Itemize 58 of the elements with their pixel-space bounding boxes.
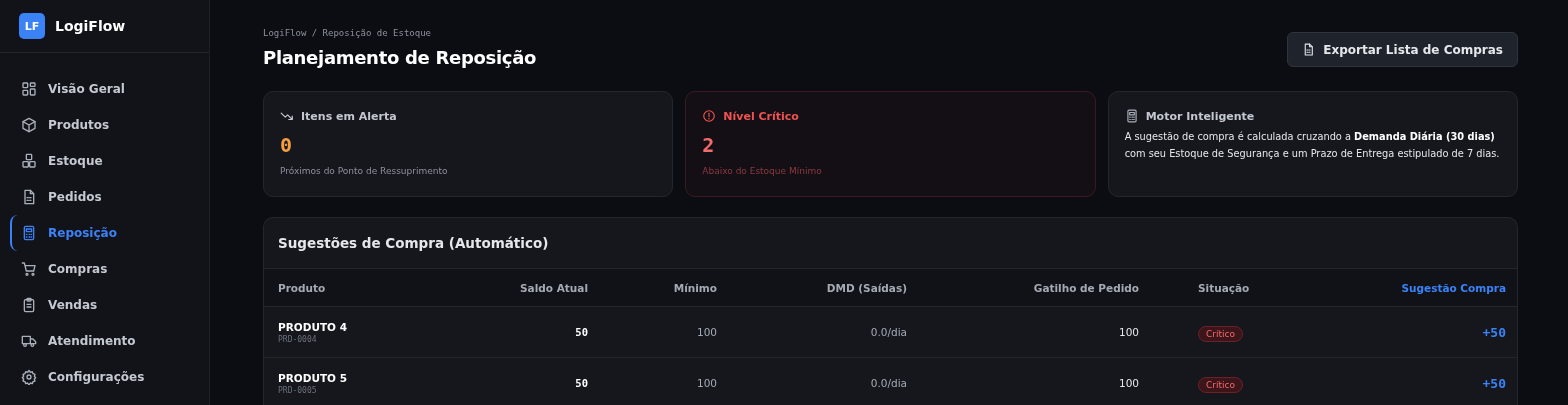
info-text: A sugestão de compra é calculada cruzando a Demanda Diária (30 dias) com seu Estoque de Segurança e um Prazo de Entrega estipulado de 7 dias.	[1124, 130, 1501, 161]
status-badge: Crítico	[1198, 377, 1243, 393]
table-cell-text: 100	[695, 326, 717, 338]
column-header: Produto	[278, 281, 327, 294]
table-cell-text: 100	[695, 377, 717, 389]
table-cell-text: +50	[1481, 375, 1506, 391]
metric-caption: Próximos do Ponto de Ressuprimento	[280, 166, 449, 176]
logo-badge: LF	[19, 13, 45, 39]
table-cell-text: 50	[574, 377, 588, 389]
table-cell-text: +50	[1481, 324, 1506, 340]
column-header: Mínimo	[672, 281, 717, 294]
status-badge: Crítico	[1198, 326, 1243, 342]
nav-item[interactable]: Compras	[10, 251, 199, 287]
nav-item[interactable]: Reposição	[10, 215, 199, 251]
column-header: Situação	[1197, 281, 1251, 294]
column-header: Gatilho de Pedido	[1032, 281, 1139, 294]
card-title: Nível Crítico	[723, 109, 799, 123]
card-title: Motor Inteligente	[1145, 109, 1255, 123]
dashboard-icon	[21, 81, 37, 97]
table-title: Sugestões de Compra (Automático)	[278, 235, 549, 251]
nav-item[interactable]: Vendas	[10, 287, 199, 323]
alert-circle-icon	[702, 109, 717, 123]
table-cell-text: 0.0/dia	[869, 377, 907, 389]
table-cell-text: 100	[1117, 377, 1139, 389]
calculator-icon	[1124, 109, 1139, 123]
nav-item[interactable]: Atendimento	[10, 323, 199, 359]
nav-item[interactable]: Pedidos	[10, 179, 199, 215]
metric-caption: Abaixo do Estoque Mínimo	[702, 166, 823, 176]
metric-value: 2	[702, 133, 716, 157]
page-title: Planejamento de Reposição	[263, 47, 537, 68]
nav-item[interactable]: Estoque	[10, 143, 199, 179]
nav-item[interactable]: Visão Geral	[10, 71, 199, 107]
cart-icon	[21, 261, 37, 277]
document-icon	[1302, 43, 1316, 56]
export-button[interactable]: Exportar Lista de Compras	[1287, 32, 1518, 67]
table-cell-text: 50	[574, 326, 588, 338]
product-code: PRD-0005	[278, 385, 318, 395]
product-code: PRD-0004	[278, 334, 318, 344]
boxes-icon	[21, 153, 37, 169]
package-icon	[21, 117, 37, 133]
settings-icon	[21, 369, 37, 385]
calculator-icon	[21, 225, 37, 241]
column-header: Saldo Atual	[519, 281, 588, 294]
breadcrumb: LogiFlow / Reposição de Estoque	[263, 28, 432, 38]
metric-value: 0	[280, 133, 294, 157]
column-header: DMD (Saídas)	[825, 281, 907, 294]
app-name: LogiFlow	[55, 18, 126, 34]
table-cell-text: 100	[1117, 326, 1139, 338]
nav-item[interactable]: Produtos	[10, 107, 199, 143]
truck-icon	[21, 333, 37, 349]
nav-item[interactable]: Configurações	[10, 359, 199, 395]
document-icon	[21, 189, 37, 205]
product-name: PRODUTO 5	[278, 371, 348, 384]
product-name: PRODUTO 4	[278, 320, 348, 333]
card-title: Itens em Alerta	[301, 109, 397, 123]
clipboard-icon	[21, 297, 37, 313]
table-cell-text: 0.0/dia	[869, 326, 907, 338]
column-header: Sugestão Compra	[1400, 281, 1506, 294]
